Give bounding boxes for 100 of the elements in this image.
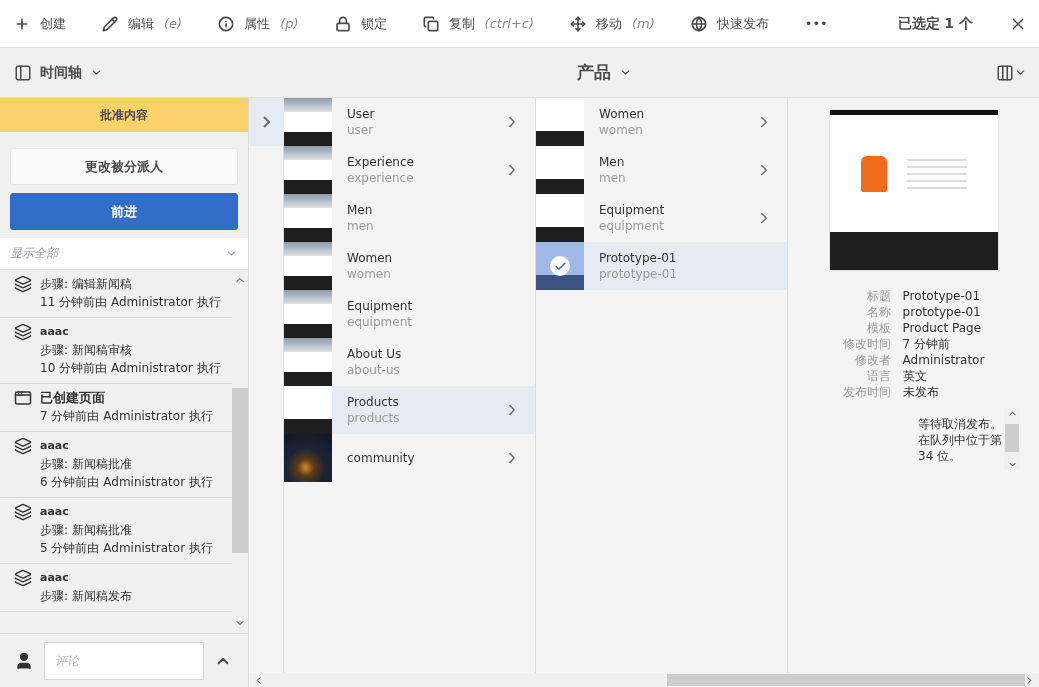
event-title: aaac [40,570,70,586]
property-label: 名称 [865,304,891,320]
page-thumbnail [284,194,332,242]
item-name: women [347,266,392,282]
page-thumbnail [536,146,584,194]
property-label: 发布时间 [842,384,891,400]
event-title: 已创建页面 [40,389,106,407]
page-thumbnail [536,194,584,242]
item-title: Men [347,202,374,218]
item-title: Equipment [347,298,414,314]
photo-placeholder [284,434,332,482]
item-title: Equipment [599,202,666,218]
toolbar-button[interactable]: 锁定 [334,14,387,33]
event-step: 步骤: 编辑新闻稿 [40,275,221,293]
change-assignee-button[interactable]: 更改被分派人 [10,148,238,185]
property-label: 模板 [865,320,891,336]
task-header: 批准内容 [0,98,248,132]
column-item[interactable]: User user [284,98,535,146]
property-value: Prototype-01 [902,288,982,304]
toolbar-button[interactable]: 快速发布 [690,14,769,33]
selection-count: 已选定 1 个 [897,14,973,33]
more-button[interactable]: ••• [804,16,828,31]
item-name: equipment [347,314,413,330]
layers-icon [14,569,32,587]
item-name: equipment [599,218,665,234]
item-title: Products [347,394,400,410]
event-step: 步骤: 新闻稿批准 [40,521,213,539]
advance-button[interactable]: 前进 [10,193,238,230]
item-title: User [347,106,376,122]
toolbar-button[interactable]: 编辑 (e) [102,14,183,33]
toolbar-button[interactable]: 移动 (m) [569,14,655,33]
item-title: Men [599,154,626,170]
event-meta: 11 分钟前由 Administrator 执行 [40,294,221,311]
property-value: Product Page [902,320,983,336]
item-title: Women [347,250,394,266]
comment-field[interactable]: 评论 [44,641,204,680]
column-item[interactable]: community [284,434,535,482]
horizontal-scrollbar[interactable] [249,673,1039,687]
column-item[interactable]: Men men [536,146,787,194]
item-name: men [347,218,375,234]
page-thumbnail [284,386,332,434]
column-item[interactable]: Equipment equipment [284,290,535,338]
property-value: prototype-01 [902,304,982,320]
layers-icon [14,437,32,455]
event-title: aaac [40,438,70,454]
property-value: 7 分钟前 [902,336,952,352]
property-label: 修改时间 [842,336,891,352]
chevron-right-icon [263,116,270,128]
toolbar-button[interactable]: 创建 [14,14,66,33]
column-item[interactable]: Men men [284,194,535,242]
check-icon [550,256,570,276]
event-meta: 5 分钟前由 Administrator 执行 [40,540,213,557]
scrollbar[interactable] [1004,408,1020,470]
column-item[interactable]: Women women [536,98,787,146]
event-meta: 7 分钟前由 Administrator 执行 [40,408,213,425]
item-name: products [347,410,401,426]
toolbar-button[interactable]: 复制 (ctrl+c) [422,14,534,33]
item-name: about-us [347,362,401,378]
item-name: women [599,122,644,138]
panel-icon [14,63,32,82]
page-thumbnail [284,146,332,194]
column-item[interactable]: Women women [284,242,535,290]
page-thumbnail [284,98,332,146]
toolbar-button[interactable]: 属性 (p) [218,14,299,33]
page-thumbnail [536,98,584,146]
column-item[interactable]: Prototype-01 prototype-01 [536,242,787,290]
action-icon [569,15,586,32]
item-name: experience [347,170,415,186]
action-icon [334,15,351,32]
page-thumbnail [284,338,332,386]
property-label: 语言 [865,368,891,384]
action-icon [102,15,118,32]
event-meta: 6 分钟前由 Administrator 执行 [40,474,213,491]
item-title: About Us [347,346,403,362]
event-meta: 10 分钟前由 Administrator 执行 [40,360,221,377]
property-value: 英文 [902,368,928,384]
property-value: 未发布 [902,384,940,400]
column-item[interactable]: Equipment equipment [536,194,787,242]
page-title[interactable]: 产品 [467,61,632,84]
page-thumbnail [284,290,332,338]
layers-icon [14,323,32,341]
publish-status: 等待取消发布。在队列中位于第 34 位。 [918,416,1003,465]
view-switcher[interactable] [996,63,1027,82]
item-title: community [347,450,416,466]
property-value: Administrator [902,352,985,368]
column-item[interactable]: About Us about-us [284,338,535,386]
event-title: aaac [40,324,70,340]
column-item[interactable]: Experience experience [284,146,535,194]
item-name: prototype-01 [599,266,679,282]
columns-icon [996,63,1014,82]
item-title: Experience [347,154,415,170]
rail-toggle[interactable]: 时间轴 [14,63,103,82]
item-name: men [599,170,627,186]
window-icon [14,389,32,407]
action-icon [218,15,235,32]
event-step: 步骤: 新闻稿批准 [40,455,213,473]
user-icon [14,650,34,671]
column-item[interactable]: Products products [284,386,535,434]
event-step: 步骤: 新闻稿发布 [40,587,132,605]
action-icon [422,15,439,32]
